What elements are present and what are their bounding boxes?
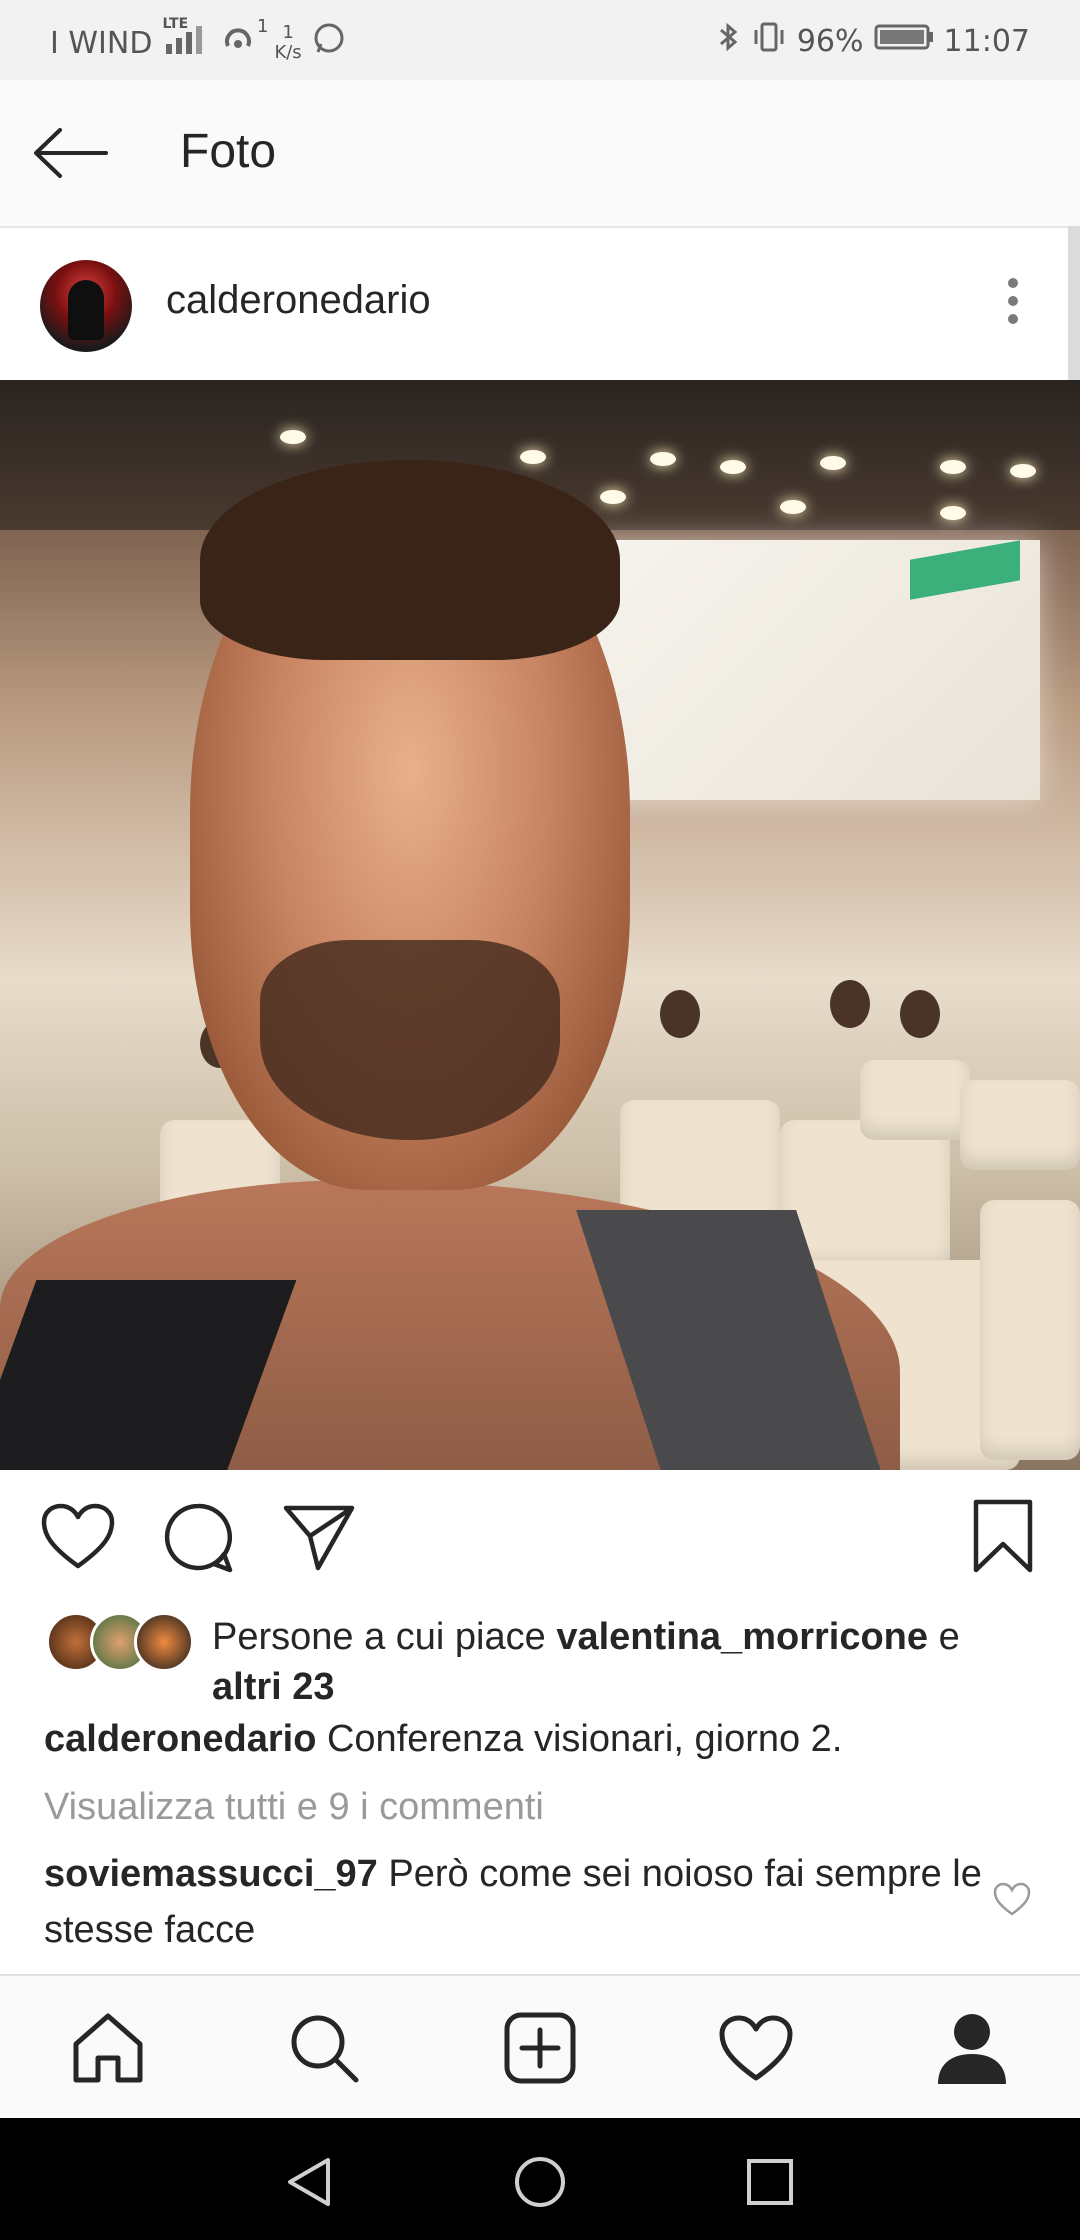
bookmark-icon xyxy=(973,1499,1033,1573)
post-caption: calderonedario Conferenza visionari, gio… xyxy=(44,1718,1044,1761)
battery-icon xyxy=(874,22,934,60)
comment-username[interactable]: soviemassucci_97 xyxy=(44,1853,378,1895)
liker-username[interactable]: valentina_morricone xyxy=(556,1616,928,1658)
add-post-icon xyxy=(504,2012,576,2084)
comment-like-button[interactable] xyxy=(992,1880,1032,1920)
caption-username[interactable]: calderonedario xyxy=(44,1718,316,1760)
speed-unit: K/s xyxy=(274,42,302,63)
likes-mid: e xyxy=(928,1616,960,1658)
nav-profile[interactable] xyxy=(934,2010,1010,2086)
likes-text: Persone a cui piace valentina_morricone … xyxy=(212,1612,1032,1712)
app-bar: Foto xyxy=(0,80,1080,228)
likes-others[interactable]: altri 23 xyxy=(212,1666,335,1708)
hotspot-count: 1 xyxy=(256,16,269,37)
nav-new-post[interactable] xyxy=(502,2010,578,2086)
share-icon xyxy=(283,1505,355,1571)
speed-value: 1 xyxy=(282,22,294,43)
search-icon xyxy=(291,2015,359,2083)
nav-home[interactable] xyxy=(70,2010,146,2086)
vibrate-icon xyxy=(751,20,787,62)
post-username[interactable]: calderonedario xyxy=(166,278,431,323)
more-vertical-icon[interactable] xyxy=(998,270,1028,340)
post-header: calderonedario xyxy=(0,228,1068,380)
nav-search[interactable] xyxy=(286,2010,362,2086)
profile-icon xyxy=(938,2014,1006,2084)
comment-icon xyxy=(164,1503,233,1573)
home-circle-icon xyxy=(515,2157,565,2207)
nav-activity[interactable] xyxy=(718,2010,794,2086)
heart-icon xyxy=(41,1503,115,1569)
back-triangle-icon xyxy=(288,2158,330,2206)
share-button[interactable] xyxy=(282,1502,356,1577)
system-back-button[interactable] xyxy=(282,2154,338,2210)
liker-avatars xyxy=(46,1612,194,1672)
battery-percent: 96% xyxy=(796,23,864,59)
clock: 11:07 xyxy=(943,23,1030,59)
avatar[interactable] xyxy=(40,260,132,352)
system-recents-button[interactable] xyxy=(742,2154,798,2210)
view-all-comments-link[interactable]: Visualizza tutti e 9 i commenti xyxy=(44,1786,544,1829)
comment-item: soviemassucci_97 Però come sei noioso fa… xyxy=(44,1846,984,1958)
post-actions xyxy=(0,1470,1080,1610)
system-navigation-bar xyxy=(0,2118,1080,2240)
hotspot-icon: 1 xyxy=(218,16,268,64)
system-home-button[interactable] xyxy=(512,2154,568,2210)
signal-icon: LTE xyxy=(162,16,208,64)
recents-square-icon xyxy=(747,2159,793,2205)
bluetooth-icon xyxy=(717,20,741,62)
likes-prefix: Persone a cui piace xyxy=(212,1616,557,1658)
back-button[interactable] xyxy=(30,118,110,188)
carrier-label: I WIND xyxy=(50,25,153,61)
comment-button[interactable] xyxy=(162,1502,234,1579)
heart-icon xyxy=(993,1882,1031,1916)
whatsapp-icon xyxy=(312,22,346,64)
likes-summary[interactable]: Persone a cui piace valentina_morricone … xyxy=(0,1612,1080,1712)
bottom-nav xyxy=(0,1974,1080,2120)
page-title: Foto xyxy=(180,125,277,178)
network-type-label: LTE xyxy=(162,16,189,32)
post-photo[interactable] xyxy=(0,380,1080,1470)
like-button[interactable] xyxy=(40,1502,116,1577)
home-icon xyxy=(73,2013,143,2083)
activity-heart-icon xyxy=(719,2015,793,2081)
save-button[interactable] xyxy=(970,1498,1036,1579)
arrow-left-icon xyxy=(34,128,108,178)
caption-text: Conferenza visionari, giorno 2. xyxy=(316,1718,843,1760)
status-bar: I WIND LTE 1 1 K/s 96% 11:07 xyxy=(0,0,1080,80)
network-speed: 1 K/s xyxy=(274,23,301,63)
